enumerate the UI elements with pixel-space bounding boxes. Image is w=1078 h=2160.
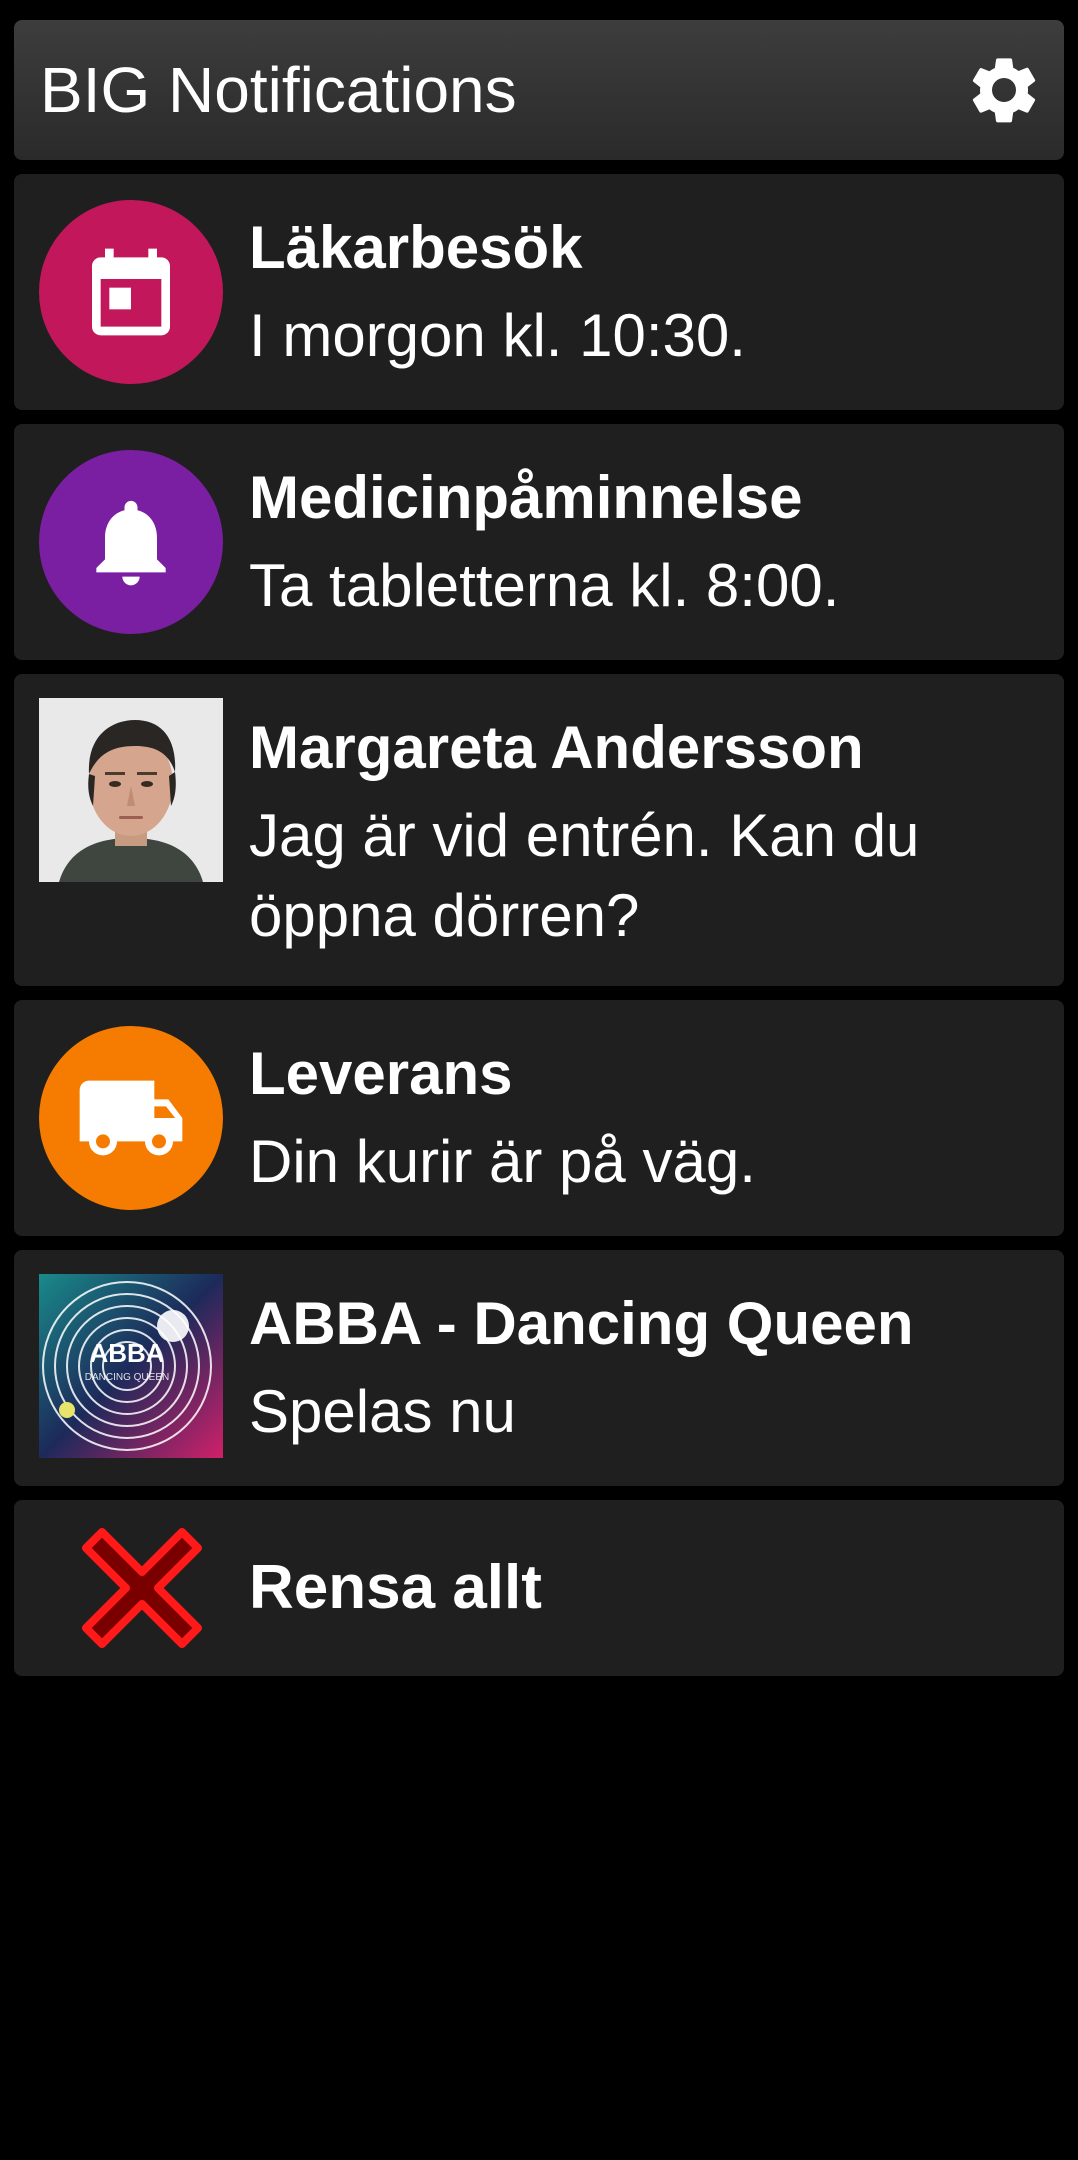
notification-body: Ta tabletterna kl. 8:00. — [249, 552, 840, 619]
notification-medicine[interactable]: Medicinpåminnelse Ta tabletterna kl. 8:0… — [14, 424, 1064, 660]
notification-body: Spelas nu — [249, 1378, 516, 1445]
truck-icon — [39, 1026, 223, 1210]
notification-body: Jag är vid entrén. Kan du öppna dörren? — [249, 802, 920, 949]
notification-delivery[interactable]: Leverans Din kurir är på väg. — [14, 1000, 1064, 1236]
bell-icon — [39, 450, 223, 634]
notification-body: I morgon kl. 10:30. — [249, 302, 746, 369]
notification-app: BIG Notifications Läkarbesök I morgon kl… — [0, 0, 1078, 2160]
clear-all-label: Rensa allt — [249, 1553, 542, 1622]
app-title: BIG Notifications — [40, 54, 517, 126]
notification-text: ABBA - Dancing Queen Spelas nu — [249, 1286, 1034, 1452]
notification-title: Läkarbesök — [249, 214, 583, 281]
album-text: ABBA — [89, 1338, 164, 1368]
notification-title: Margareta Andersson — [249, 714, 864, 781]
gear-icon[interactable] — [964, 50, 1044, 130]
album-subtext: DANCING QUEEN — [85, 1372, 169, 1383]
avatar — [39, 698, 223, 882]
album-cover: ABBA DANCING QUEEN — [39, 1274, 223, 1458]
notification-text: Leverans Din kurir är på väg. — [249, 1036, 1034, 1202]
close-icon — [80, 1526, 204, 1650]
calendar-icon-circle — [39, 200, 223, 384]
notification-appointment[interactable]: Läkarbesök I morgon kl. 10:30. — [14, 174, 1064, 410]
notification-text: Margareta Andersson Jag är vid entrén. K… — [249, 710, 1034, 956]
notification-title: Leverans — [249, 1040, 513, 1107]
notification-body: Din kurir är på väg. — [249, 1128, 756, 1195]
notification-title: Medicinpåminnelse — [249, 464, 803, 531]
clear-all-button[interactable]: Rensa allt — [14, 1500, 1064, 1676]
truck-icon-circle — [39, 1026, 223, 1210]
contact-photo — [39, 698, 223, 882]
album-art: ABBA DANCING QUEEN — [39, 1274, 223, 1458]
notification-message[interactable]: Margareta Andersson Jag är vid entrén. K… — [14, 674, 1064, 986]
notification-title: ABBA - Dancing Queen — [249, 1290, 914, 1357]
notification-music[interactable]: ABBA DANCING QUEEN ABBA - Dancing Queen … — [14, 1250, 1064, 1486]
app-header: BIG Notifications — [14, 20, 1064, 160]
notification-text: Läkarbesök I morgon kl. 10:30. — [249, 210, 1034, 376]
bell-icon-circle — [39, 450, 223, 634]
notification-text: Medicinpåminnelse Ta tabletterna kl. 8:0… — [249, 460, 1034, 626]
calendar-icon — [39, 200, 223, 384]
